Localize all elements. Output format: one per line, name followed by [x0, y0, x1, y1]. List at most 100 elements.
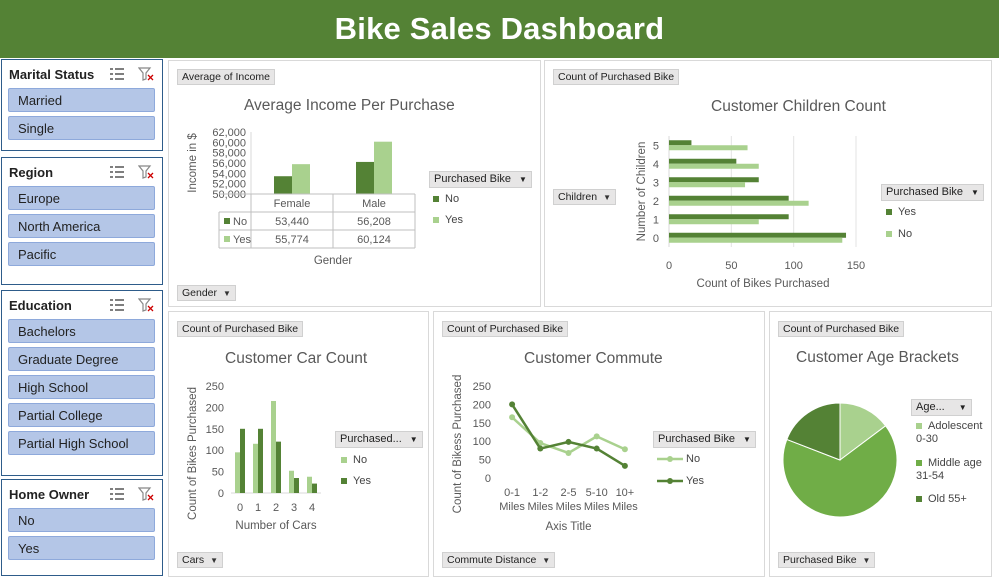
- children-chart-panel: Count of Purchased Bike Customer Childre…: [544, 60, 992, 307]
- bar: [235, 452, 240, 493]
- data-label: 53,440: [275, 216, 309, 228]
- x-tick-label: Miles: [584, 501, 610, 513]
- x-tick-label: 3: [291, 502, 297, 514]
- bar: [669, 214, 789, 220]
- legend-filter-button[interactable]: Age... ▼: [911, 399, 972, 416]
- bar: [289, 470, 294, 493]
- clear-filter-icon[interactable]: [138, 486, 154, 502]
- legend-filter-button[interactable]: Purchased Bike ▼: [429, 171, 532, 188]
- bar: [669, 219, 759, 225]
- axis-field-button[interactable]: Purchased Bike ▼: [778, 552, 876, 568]
- legend-item: Yes: [341, 475, 371, 487]
- bar: [294, 478, 299, 493]
- slicer-item[interactable]: Partial High School: [8, 431, 155, 455]
- y-tick-label: 50: [479, 455, 491, 467]
- bar: [669, 177, 759, 183]
- multi-select-icon[interactable]: [109, 164, 125, 180]
- x-axis-title: Number of Cars: [235, 520, 316, 532]
- data-point: [621, 446, 628, 453]
- y-tick-label: 3: [653, 177, 659, 189]
- category-label: Female: [274, 198, 311, 210]
- slicer-education: Education Bachelors Graduate Degree High…: [1, 290, 163, 476]
- data-point: [621, 462, 628, 469]
- clear-filter-icon[interactable]: [138, 66, 154, 82]
- bar: [669, 140, 692, 146]
- bar: [669, 195, 789, 201]
- legend-filter-button[interactable]: Purchased Bike ▼: [653, 431, 756, 448]
- slicer-item[interactable]: Bachelors: [8, 319, 155, 343]
- y-tick-label: 2: [653, 196, 659, 208]
- y-tick-label: 50,000: [212, 189, 246, 201]
- multi-select-icon[interactable]: [109, 486, 125, 502]
- data-point: [509, 414, 516, 421]
- y-axis-title: Count of Bikess Purchased: [452, 375, 464, 514]
- x-tick-label: 100: [784, 260, 802, 272]
- y-axis-title: Income in $: [187, 133, 199, 193]
- slicer-item[interactable]: Pacific: [8, 242, 155, 266]
- legend-item: Yes: [656, 475, 704, 487]
- axis-field-button[interactable]: Gender ▼: [177, 285, 236, 301]
- bar: [669, 200, 809, 206]
- slicer-item[interactable]: No: [8, 508, 155, 532]
- bar: [240, 428, 245, 493]
- bar: [669, 232, 847, 238]
- slicer-item[interactable]: North America: [8, 214, 155, 238]
- bar: [669, 145, 748, 151]
- series-label: No: [233, 216, 247, 228]
- category-label: Male: [362, 198, 386, 210]
- data-label: 55,774: [275, 234, 309, 246]
- bar: [258, 428, 263, 493]
- legend-key: [224, 218, 230, 224]
- legend-filter-button[interactable]: Purchased Bike ▼: [881, 184, 984, 201]
- data-point: [565, 449, 572, 456]
- dashboard-title: Bike Sales Dashboard: [0, 0, 999, 58]
- slicer-item[interactable]: High School: [8, 375, 155, 399]
- x-tick-label: Miles: [499, 501, 525, 513]
- data-point: [593, 445, 600, 452]
- legend-item: No: [433, 193, 459, 205]
- legend-item: Middle age 31-54: [916, 457, 982, 482]
- data-point: [509, 401, 516, 408]
- axis-field-button[interactable]: Children ▼: [553, 189, 617, 205]
- y-tick-label: 1: [653, 214, 659, 226]
- legend-item: Yes: [886, 206, 916, 218]
- x-tick-label: 10+: [616, 487, 635, 499]
- slicer-item[interactable]: Yes: [8, 536, 155, 560]
- x-axis-title: Count of Bikes Purchased: [697, 278, 830, 290]
- bar: [669, 158, 737, 164]
- slicer-item[interactable]: Graduate Degree: [8, 347, 155, 371]
- legend-item: Old 55+: [916, 493, 988, 506]
- series-line: [511, 416, 626, 455]
- bar: [312, 483, 317, 493]
- y-tick-label: 250: [473, 381, 491, 393]
- x-tick-label: 0: [237, 502, 243, 514]
- legend-item: Yes: [433, 214, 463, 226]
- x-tick-label: 0: [666, 260, 672, 272]
- bar: [669, 163, 759, 169]
- y-tick-label: 50: [212, 467, 224, 479]
- y-tick-label: 0: [218, 488, 224, 500]
- slicer-item[interactable]: Partial College: [8, 403, 155, 427]
- bar: [669, 237, 843, 243]
- slicer-item[interactable]: Married: [8, 88, 155, 112]
- multi-select-icon[interactable]: [109, 297, 125, 313]
- axis-field-button[interactable]: Cars ▼: [177, 552, 224, 568]
- y-tick-label: 150: [206, 424, 224, 436]
- axis-field-button[interactable]: Commute Distance ▼: [442, 552, 556, 568]
- bar: [253, 443, 258, 493]
- slicer-title: Marital Status: [9, 66, 95, 82]
- x-tick-label: 4: [309, 502, 315, 514]
- x-tick-label: Miles: [612, 501, 638, 513]
- bar: [274, 176, 292, 194]
- bar: [292, 164, 310, 194]
- legend-item: No: [886, 228, 912, 240]
- clear-filter-icon[interactable]: [138, 164, 154, 180]
- x-tick-label: Miles: [527, 501, 553, 513]
- clear-filter-icon[interactable]: [138, 297, 154, 313]
- slicer-item[interactable]: Single: [8, 116, 155, 140]
- multi-select-icon[interactable]: [109, 66, 125, 82]
- slicer-item[interactable]: Europe: [8, 186, 155, 210]
- legend-filter-button[interactable]: Purchased... ▼: [335, 431, 423, 448]
- y-tick-label: 0: [653, 233, 659, 245]
- y-tick-label: 4: [653, 159, 659, 171]
